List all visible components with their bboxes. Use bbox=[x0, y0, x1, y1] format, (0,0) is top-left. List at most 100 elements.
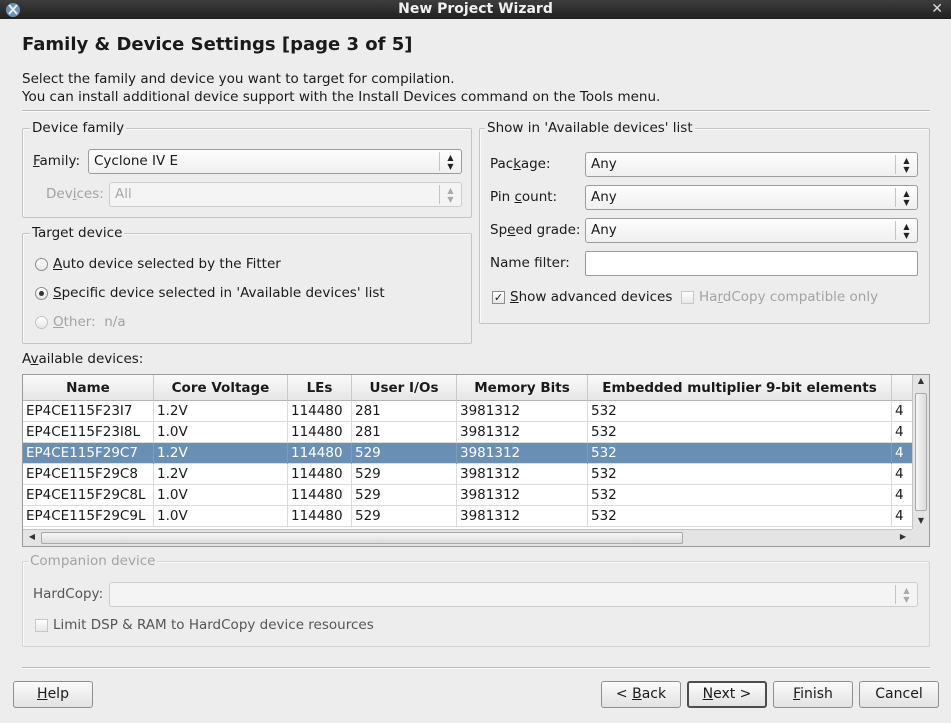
cell-memory-bits: 3981312 bbox=[457, 464, 588, 485]
cell-core-voltage: 1.0V bbox=[154, 506, 288, 527]
pin-count-label: Pin count: bbox=[490, 189, 558, 205]
cell-embedded-multiplier: 532 bbox=[588, 401, 892, 422]
other-device-label: Other: n/a bbox=[53, 314, 126, 330]
scroll-down-icon[interactable]: ▼ bbox=[913, 516, 929, 525]
next-button[interactable]: Next > bbox=[687, 681, 767, 708]
scroll-right-icon[interactable]: ▶ bbox=[895, 532, 911, 541]
description-line-2: You can install additional device suppor… bbox=[22, 89, 661, 105]
cell-user-ios: 281 bbox=[352, 422, 457, 443]
cell-name: EP4CE115F23I8L bbox=[23, 422, 154, 443]
column-header-embedded-multiplier[interactable]: Embedded multiplier 9-bit elements bbox=[588, 375, 892, 401]
specific-device-label[interactable]: Specific device selected in 'Available d… bbox=[53, 285, 385, 301]
name-filter-input[interactable] bbox=[585, 251, 918, 276]
combo-arrows-icon: ▲ ▼ bbox=[895, 221, 917, 240]
close-icon[interactable]: ✕ bbox=[931, 0, 943, 19]
cell-user-ios: 529 bbox=[352, 485, 457, 506]
cell-user-ios: 529 bbox=[352, 506, 457, 527]
header-separator bbox=[22, 110, 930, 112]
show-advanced-label[interactable]: Show advanced devices bbox=[510, 289, 672, 305]
vertical-scrollbar[interactable]: ▲ ▼ bbox=[912, 375, 929, 530]
family-label: Family: bbox=[33, 153, 81, 169]
table-row[interactable]: EP4CE115F23I8L 1.0V 114480 281 3981312 5… bbox=[23, 422, 913, 443]
table-row[interactable]: EP4CE115F29C9L 1.0V 114480 529 3981312 5… bbox=[23, 506, 913, 527]
window-title: New Project Wizard bbox=[398, 1, 553, 17]
cell-les: 114480 bbox=[288, 506, 352, 527]
filter-group-title: Show in 'Available devices' list bbox=[485, 120, 695, 136]
table-header: Name Core Voltage LEs User I/Os Memory B… bbox=[23, 375, 913, 401]
table-row[interactable]: EP4CE115F23I7 1.2V 114480 281 3981312 53… bbox=[23, 401, 913, 422]
devices-select: All ▲ ▼ bbox=[109, 182, 462, 207]
cell-name: EP4CE115F29C8L bbox=[23, 485, 154, 506]
cell-les: 114480 bbox=[288, 422, 352, 443]
devices-label: Devices: bbox=[46, 186, 104, 202]
cell-les: 114480 bbox=[288, 485, 352, 506]
package-value: Any bbox=[591, 156, 617, 172]
column-header-memory-bits[interactable]: Memory Bits bbox=[457, 375, 588, 401]
cell-core-voltage: 1.2V bbox=[154, 443, 288, 464]
cell-les: 114480 bbox=[288, 401, 352, 422]
family-value: Cyclone IV E bbox=[94, 153, 179, 169]
back-button[interactable]: < Back bbox=[601, 681, 681, 708]
cell-memory-bits: 3981312 bbox=[457, 506, 588, 527]
cell-memory-bits: 3981312 bbox=[457, 401, 588, 422]
hardcopy-only-checkbox bbox=[681, 291, 694, 304]
specific-device-radio[interactable] bbox=[35, 287, 48, 300]
horizontal-scroll-thumb[interactable] bbox=[41, 532, 683, 544]
target-device-title: Target device bbox=[30, 225, 125, 241]
cell-extra: 4 bbox=[895, 403, 904, 419]
table-row-selected[interactable]: EP4CE115F29C7 1.2V 114480 529 3981312 53… bbox=[23, 443, 913, 464]
devices-table[interactable]: Name Core Voltage LEs User I/Os Memory B… bbox=[22, 374, 930, 547]
vertical-scroll-thumb[interactable] bbox=[915, 393, 927, 511]
available-devices-label: Available devices: bbox=[22, 351, 144, 367]
combo-arrows-icon: ▲ ▼ bbox=[895, 585, 917, 604]
pin-count-value: Any bbox=[591, 189, 617, 205]
combo-arrows-icon: ▲ ▼ bbox=[439, 152, 461, 171]
finish-button[interactable]: Finish bbox=[773, 681, 853, 708]
family-select[interactable]: Cyclone IV E ▲ ▼ bbox=[88, 149, 462, 174]
cell-core-voltage: 1.0V bbox=[154, 422, 288, 443]
column-header-les[interactable]: LEs bbox=[288, 375, 352, 401]
package-select[interactable]: Any ▲ ▼ bbox=[585, 152, 918, 177]
show-advanced-checkbox[interactable]: ✓ bbox=[492, 291, 505, 304]
name-filter-label: Name filter: bbox=[490, 255, 570, 271]
cell-name: EP4CE115F29C7 bbox=[23, 443, 154, 464]
cell-name: EP4CE115F29C9L bbox=[23, 506, 154, 527]
cell-embedded-multiplier: 532 bbox=[588, 422, 892, 443]
app-icon bbox=[6, 3, 20, 17]
cell-extra: 4 bbox=[895, 445, 904, 461]
speed-grade-select[interactable]: Any ▲ ▼ bbox=[585, 218, 918, 243]
cancel-button[interactable]: Cancel bbox=[859, 681, 939, 708]
scroll-left-icon[interactable]: ◀ bbox=[24, 532, 40, 541]
horizontal-scrollbar[interactable]: ◀ ▶ bbox=[23, 529, 913, 546]
auto-device-radio[interactable] bbox=[35, 258, 48, 271]
hardcopy-label: HardCopy: bbox=[33, 586, 104, 602]
auto-device-label[interactable]: Auto device selected by the Fitter bbox=[53, 256, 281, 272]
pin-count-select[interactable]: Any ▲ ▼ bbox=[585, 185, 918, 210]
cell-user-ios: 529 bbox=[352, 464, 457, 485]
table-row[interactable]: EP4CE115F29C8L 1.0V 114480 529 3981312 5… bbox=[23, 485, 913, 506]
footer-separator bbox=[22, 667, 930, 669]
cell-core-voltage: 1.0V bbox=[154, 485, 288, 506]
cell-user-ios: 529 bbox=[352, 443, 457, 464]
column-header-core-voltage[interactable]: Core Voltage bbox=[154, 375, 288, 401]
hardcopy-only-label: HardCopy compatible only bbox=[699, 289, 879, 305]
help-button[interactable]: Help bbox=[13, 681, 93, 708]
table-row[interactable]: EP4CE115F29C8 1.2V 114480 529 3981312 53… bbox=[23, 464, 913, 485]
cell-name: EP4CE115F29C8 bbox=[23, 464, 154, 485]
cell-name: EP4CE115F23I7 bbox=[23, 401, 154, 422]
column-header-user-ios[interactable]: User I/Os bbox=[352, 375, 457, 401]
speed-grade-value: Any bbox=[591, 222, 617, 238]
cell-memory-bits: 3981312 bbox=[457, 422, 588, 443]
cell-core-voltage: 1.2V bbox=[154, 401, 288, 422]
devices-value: All bbox=[115, 186, 132, 202]
column-header-name[interactable]: Name bbox=[23, 375, 154, 401]
hardcopy-select: ▲ ▼ bbox=[109, 582, 918, 607]
combo-arrows-icon: ▲ ▼ bbox=[895, 188, 917, 207]
cell-extra: 4 bbox=[895, 487, 904, 503]
combo-arrows-icon: ▲ ▼ bbox=[439, 185, 461, 204]
cell-memory-bits: 3981312 bbox=[457, 485, 588, 506]
column-header-extra[interactable] bbox=[892, 375, 913, 401]
limit-dsp-ram-label: Limit DSP & RAM to HardCopy device resou… bbox=[53, 617, 374, 633]
scroll-up-icon[interactable]: ▲ bbox=[913, 376, 929, 385]
cell-core-voltage: 1.2V bbox=[154, 464, 288, 485]
